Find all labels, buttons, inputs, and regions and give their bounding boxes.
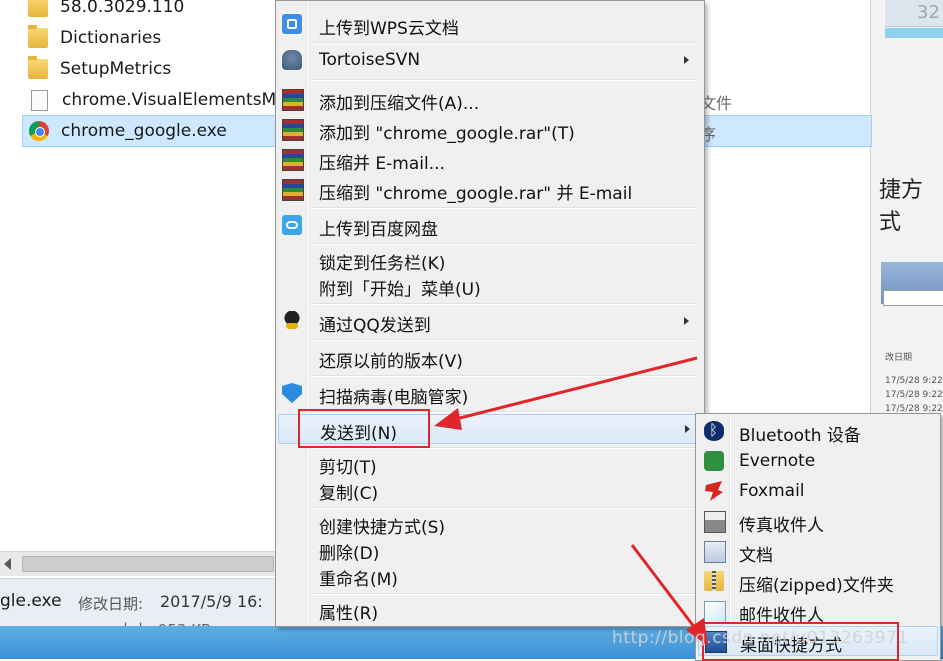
- watermark: http://blog.csdn.net/u013263971: [612, 628, 909, 648]
- arrow-to-send-to: [434, 356, 698, 430]
- annotation-arrows: [434, 356, 708, 646]
